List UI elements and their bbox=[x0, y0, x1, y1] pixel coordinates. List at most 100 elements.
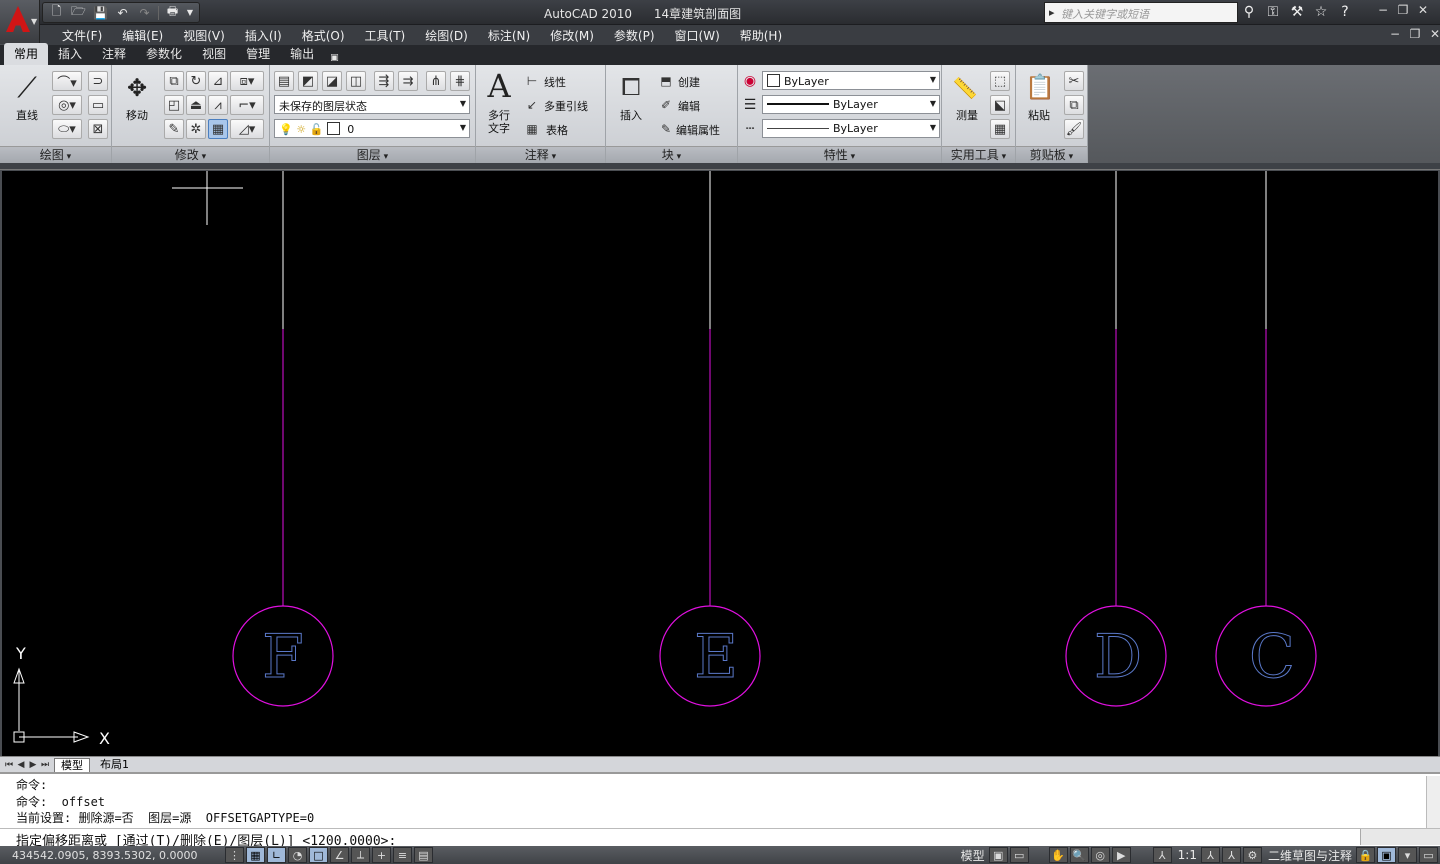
last-tab-icon[interactable]: ⏭ bbox=[40, 760, 50, 770]
panel-annotation-title[interactable]: 注释 bbox=[476, 146, 605, 163]
stretch-icon[interactable]: ◰ bbox=[164, 95, 184, 115]
command-input-row[interactable]: 指定偏移距离或 [通过(T)/删除(E)/图层(L)] <1200.0000>: bbox=[0, 828, 1440, 849]
fillet-icon[interactable]: ⌐▾ bbox=[230, 95, 264, 115]
menu-tools[interactable]: 工具(T) bbox=[355, 27, 416, 44]
object-snap-tracking-icon[interactable]: ∠ bbox=[330, 847, 349, 863]
panel-layers-title[interactable]: 图层 bbox=[270, 146, 475, 163]
line-tool-label[interactable]: 直线 bbox=[16, 107, 38, 123]
restore-icon[interactable]: ❐ bbox=[1396, 3, 1410, 17]
layer-walk-icon[interactable]: ⋔ bbox=[426, 71, 446, 91]
menu-edit[interactable]: 编辑(E) bbox=[112, 27, 173, 44]
pan-icon[interactable]: ✋ bbox=[1048, 847, 1068, 863]
chamfer-icon[interactable]: ◿▾ bbox=[230, 119, 264, 139]
annotation-visibility-icon[interactable]: ⅄ bbox=[1200, 847, 1220, 863]
hatch-icon[interactable]: ⊠ bbox=[88, 119, 108, 139]
select-similar-icon[interactable]: ⬕ bbox=[990, 95, 1010, 115]
lineweight-toggle-icon[interactable]: ≡ bbox=[393, 847, 412, 863]
auto-scale-icon[interactable]: ⅄ bbox=[1221, 847, 1241, 863]
create-block-icon[interactable]: ⬒ bbox=[658, 73, 674, 89]
multileader-label[interactable]: 多重引线 bbox=[544, 98, 588, 114]
lineweight-dropdown[interactable]: ByLayer bbox=[762, 95, 940, 114]
dynamic-input-icon[interactable]: + bbox=[372, 847, 391, 863]
move-icon[interactable]: ✥ bbox=[122, 73, 152, 103]
menu-format[interactable]: 格式(O) bbox=[292, 27, 355, 44]
lock-icon[interactable]: 🔒 bbox=[1356, 847, 1375, 863]
menu-file[interactable]: 文件(F) bbox=[52, 27, 112, 44]
quick-view-icon[interactable]: ▭ bbox=[1009, 847, 1029, 863]
undo-icon[interactable]: ↶ bbox=[112, 4, 133, 22]
drawing-canvas[interactable]: F E D C Y X bbox=[2, 171, 1438, 756]
mtext-icon[interactable]: A bbox=[484, 67, 514, 105]
edit-attribute-icon[interactable]: ✎ bbox=[658, 121, 674, 137]
linear-dimension-icon[interactable]: ⊢ bbox=[524, 73, 540, 89]
menu-dimension[interactable]: 标注(N) bbox=[478, 27, 540, 44]
favorites-star-icon[interactable]: ☆ bbox=[1312, 3, 1330, 21]
edit-attribute-label[interactable]: 编辑属性 bbox=[676, 122, 720, 138]
snap-mode-icon[interactable]: ⋮ bbox=[225, 847, 244, 863]
tab-parametric[interactable]: 参数化 bbox=[136, 43, 192, 65]
redo-icon[interactable]: ↷ bbox=[134, 4, 155, 22]
menu-view[interactable]: 视图(V) bbox=[173, 27, 235, 44]
next-tab-icon[interactable]: ▶ bbox=[28, 760, 38, 770]
circle-icon[interactable]: ◎▾ bbox=[52, 95, 82, 115]
polyline-icon[interactable]: ⌒▾ bbox=[52, 71, 82, 91]
grid-display-icon[interactable]: ▦ bbox=[246, 847, 265, 863]
grid-axis-c[interactable]: C bbox=[1215, 171, 1317, 707]
arc-icon[interactable]: ⊃ bbox=[88, 71, 108, 91]
color-dropdown[interactable]: ByLayer bbox=[762, 71, 940, 90]
edit-block-icon[interactable]: ✐ bbox=[658, 97, 674, 113]
layer-unisolate-icon[interactable]: ⋕ bbox=[450, 71, 470, 91]
table-label[interactable]: 表格 bbox=[546, 122, 568, 138]
hardware-acceleration-icon[interactable]: ▣ bbox=[1377, 847, 1396, 863]
panel-block-title[interactable]: 块 bbox=[606, 146, 737, 163]
binoculars-icon[interactable]: ⚲ bbox=[1240, 3, 1258, 21]
coordinate-readout[interactable]: 434542.0905, 8393.5302, 0.0000 bbox=[0, 849, 225, 862]
calculator-icon[interactable]: ▦ bbox=[990, 119, 1010, 139]
cut-icon[interactable]: ✂ bbox=[1064, 71, 1084, 91]
subscription-icon[interactable]: ⚒ bbox=[1288, 3, 1306, 21]
panel-modify-title[interactable]: 修改 bbox=[112, 146, 269, 163]
steering-wheel-icon[interactable]: ◎ bbox=[1090, 847, 1110, 863]
linear-dimension-label[interactable]: 线性 bbox=[544, 74, 566, 90]
workspace-gear-icon[interactable]: ⚙ bbox=[1242, 847, 1262, 863]
menu-insert[interactable]: 插入(I) bbox=[235, 27, 292, 44]
model-space-label[interactable]: 模型 bbox=[957, 847, 989, 864]
grid-axis-f[interactable]: F bbox=[232, 171, 334, 707]
rotate-icon[interactable]: ↻ bbox=[186, 71, 206, 91]
copy-clip-icon[interactable]: ⧉ bbox=[1064, 95, 1084, 115]
tab-output[interactable]: 输出 bbox=[280, 43, 324, 65]
showmotion-icon[interactable]: ▶ bbox=[1111, 847, 1131, 863]
workspace-switcher[interactable]: 二维草图与注释 bbox=[1264, 847, 1356, 864]
close-icon[interactable]: ✕ bbox=[1416, 3, 1430, 17]
quick-properties-icon[interactable]: ▤ bbox=[414, 847, 433, 863]
minimize-icon[interactable]: − bbox=[1376, 3, 1390, 17]
menu-modify[interactable]: 修改(M) bbox=[540, 27, 604, 44]
insert-block-label[interactable]: 插入 bbox=[620, 107, 642, 123]
tab-home[interactable]: 常用 bbox=[4, 43, 49, 65]
application-menu-button[interactable]: ▼ bbox=[0, 0, 40, 44]
edit-block-label[interactable]: 编辑 bbox=[678, 98, 700, 114]
restore-icon[interactable]: ❐ bbox=[1408, 27, 1422, 41]
layer-state-dropdown[interactable]: 未保存的图层状态 bbox=[274, 95, 470, 114]
layer-change-icon[interactable]: ⇉ bbox=[398, 71, 418, 91]
layer-properties-icon[interactable]: ▤ bbox=[274, 71, 294, 91]
explode-icon[interactable]: ✲ bbox=[186, 119, 206, 139]
menu-draw[interactable]: 绘图(D) bbox=[415, 27, 478, 44]
match-properties-icon[interactable]: 🖌 bbox=[1064, 119, 1084, 139]
linetype-dropdown[interactable]: ByLayer bbox=[762, 119, 940, 138]
tab-view[interactable]: 视图 bbox=[192, 43, 236, 65]
layer-freeze-icon[interactable]: ◫ bbox=[346, 71, 366, 91]
ribbon-minimize-icon[interactable]: ▣ bbox=[324, 51, 345, 65]
zoom-icon[interactable]: 🔍 bbox=[1069, 847, 1089, 863]
menu-window[interactable]: 窗口(W) bbox=[665, 27, 730, 44]
minimize-icon[interactable]: − bbox=[1388, 27, 1402, 41]
measure-label[interactable]: 测量 bbox=[956, 107, 978, 123]
ortho-mode-icon[interactable]: ∟ bbox=[267, 847, 286, 863]
line-icon[interactable]: ⟋ bbox=[10, 71, 44, 105]
prev-tab-icon[interactable]: ◀ bbox=[16, 760, 26, 770]
ellipse-icon[interactable]: ⬭▾ bbox=[52, 119, 82, 139]
tab-annotate[interactable]: 注释 bbox=[92, 43, 136, 65]
current-layer-dropdown[interactable]: 💡 ☼ 🔓 0 bbox=[274, 119, 470, 138]
mtext-label-line2[interactable]: 文字 bbox=[488, 120, 510, 136]
panel-utilities-title[interactable]: 实用工具 bbox=[942, 146, 1015, 163]
